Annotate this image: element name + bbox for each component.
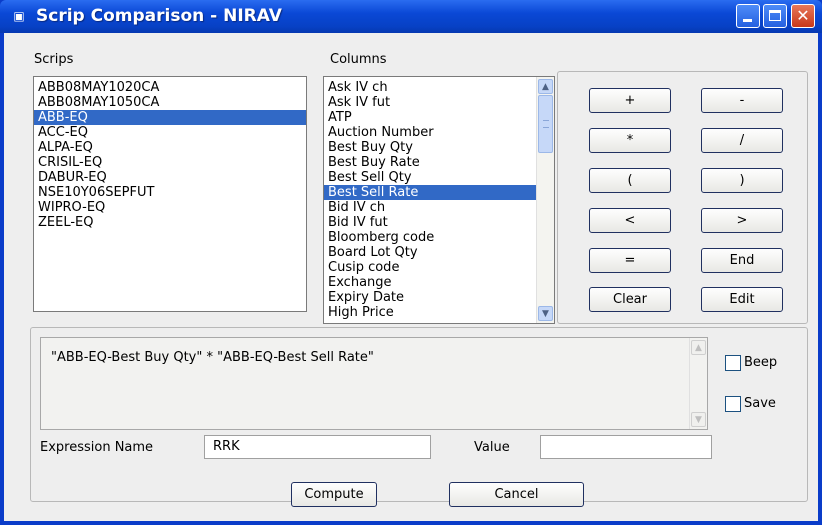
value-label: Value — [474, 440, 510, 455]
scrips-listbox[interactable]: ABB08MAY1020CA ABB08MAY1050CA ABB-EQ ACC-EQ… — [33, 76, 307, 312]
column-list-item[interactable]: Best Sell Rate — [324, 185, 536, 200]
column-list-item[interactable]: Bloomberg code — [324, 230, 536, 245]
column-list-item[interactable]: Ask IV fut — [324, 95, 536, 110]
scrip-list-item[interactable]: ALPA-EQ — [34, 140, 306, 155]
open-paren-button[interactable]: ( — [589, 168, 671, 193]
columns-listbox[interactable]: Ask IV ch Ask IV fut ATP Auction Number Best… — [323, 76, 555, 324]
expression-panel: "ABB-EQ-Best Buy Qty" * "ABB-EQ-Best Sel… — [30, 327, 808, 502]
operator-panel: + - * / ( ) < > = End Clear Edit — [557, 71, 808, 324]
scrip-list-item[interactable]: ABB08MAY1020CA — [34, 80, 306, 95]
compute-button[interactable]: Compute — [291, 482, 377, 507]
scroll-down-icon[interactable]: ▼ — [538, 306, 553, 321]
column-list-item[interactable]: Auction Number — [324, 125, 536, 140]
scrip-list-item[interactable]: ABB-EQ — [34, 110, 306, 125]
value-input[interactable] — [540, 435, 712, 459]
multiply-button[interactable]: * — [589, 128, 671, 153]
maximize-button[interactable] — [763, 4, 787, 28]
minus-button[interactable]: - — [701, 88, 783, 113]
scroll-thumb[interactable] — [538, 95, 553, 153]
equals-button[interactable]: = — [589, 248, 671, 273]
column-list-item[interactable]: Board Lot Qty — [324, 245, 536, 260]
close-button[interactable]: ✕ — [791, 4, 815, 28]
close-icon: ✕ — [796, 6, 810, 25]
scrip-list-item[interactable]: NSE10Y06SEPFUT — [34, 185, 306, 200]
columns-scrollbar[interactable]: ▲ ▼ — [536, 77, 554, 323]
scrip-list-item[interactable]: CRISIL-EQ — [34, 155, 306, 170]
column-list-item[interactable]: Ask IV ch — [324, 80, 536, 95]
close-paren-button[interactable]: ) — [701, 168, 783, 193]
scrip-list-item[interactable]: ZEEL-EQ — [34, 215, 306, 230]
minimize-icon — [743, 19, 752, 22]
dialog-body: Scrips ABB08MAY1020CA ABB08MAY1050CA ABB-E… — [4, 33, 818, 521]
greater-than-button[interactable]: > — [701, 208, 783, 233]
column-list-item[interactable]: High Price — [324, 305, 536, 320]
title-bar[interactable]: ▣ Scrip Comparison - NIRAV ✕ — [0, 0, 822, 33]
scrip-list-item[interactable]: ACC-EQ — [34, 125, 306, 140]
expression-name-label: Expression Name — [40, 440, 154, 455]
expression-text: "ABB-EQ-Best Buy Qty" * "ABB-EQ-Best Sel… — [51, 350, 374, 365]
save-label: Save — [744, 396, 776, 411]
scrip-list-item[interactable]: DABUR-EQ — [34, 170, 306, 185]
beep-checkbox[interactable] — [725, 355, 741, 371]
scroll-up-icon[interactable]: ▲ — [691, 340, 706, 355]
scroll-up-icon[interactable]: ▲ — [538, 79, 553, 94]
column-list-item[interactable]: Best Sell Qty — [324, 170, 536, 185]
column-list-item[interactable]: Bid IV ch — [324, 200, 536, 215]
cancel-button[interactable]: Cancel — [449, 482, 584, 507]
save-checkbox[interactable] — [725, 396, 741, 412]
columns-label: Columns — [330, 52, 387, 67]
scrip-list-item[interactable]: ABB08MAY1050CA — [34, 95, 306, 110]
clear-button[interactable]: Clear — [589, 287, 671, 312]
scrip-comparison-window: ▣ Scrip Comparison - NIRAV ✕ Scrips ABB0… — [0, 0, 822, 525]
end-button[interactable]: End — [701, 248, 783, 273]
scroll-down-icon[interactable]: ▼ — [691, 412, 706, 427]
app-icon[interactable]: ▣ — [12, 9, 26, 23]
column-list-item[interactable]: Exchange — [324, 275, 536, 290]
scrip-list-item[interactable]: WIPRO-EQ — [34, 200, 306, 215]
column-list-item[interactable]: Expiry Date — [324, 290, 536, 305]
column-list-item[interactable]: Best Buy Qty — [324, 140, 536, 155]
beep-label: Beep — [744, 355, 778, 370]
plus-button[interactable]: + — [589, 88, 671, 113]
divide-button[interactable]: / — [701, 128, 783, 153]
window-title: Scrip Comparison - NIRAV — [36, 6, 282, 26]
column-list-item[interactable]: ATP — [324, 110, 536, 125]
expression-scrollbar[interactable]: ▲ ▼ — [689, 338, 707, 429]
edit-button[interactable]: Edit — [701, 287, 783, 312]
column-list-item[interactable]: Cusip code — [324, 260, 536, 275]
expression-name-input[interactable]: RRK — [204, 435, 431, 459]
column-list-item[interactable]: Bid IV fut — [324, 215, 536, 230]
maximize-icon — [769, 10, 781, 21]
minimize-button[interactable] — [736, 4, 760, 28]
expression-textarea[interactable]: "ABB-EQ-Best Buy Qty" * "ABB-EQ-Best Sel… — [40, 337, 708, 430]
column-list-item[interactable]: Best Buy Rate — [324, 155, 536, 170]
less-than-button[interactable]: < — [589, 208, 671, 233]
scrips-label: Scrips — [34, 52, 74, 67]
